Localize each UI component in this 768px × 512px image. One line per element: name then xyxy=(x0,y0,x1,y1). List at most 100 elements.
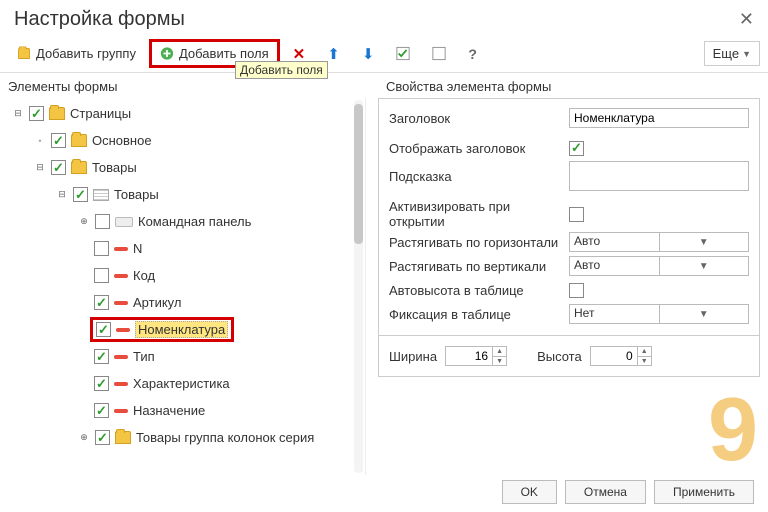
footer: OK Отмена Применить xyxy=(502,480,754,504)
label-header: Заголовок xyxy=(389,111,569,126)
panel-icon xyxy=(115,217,133,227)
tree-item-goods-table[interactable]: Товары xyxy=(114,187,159,202)
tree-item-n[interactable]: N xyxy=(133,241,142,256)
expander[interactable]: ⊟ xyxy=(34,162,46,174)
chevron-down-icon[interactable]: ▼ xyxy=(659,233,749,251)
label-hint: Подсказка xyxy=(389,169,569,184)
checkbox[interactable] xyxy=(29,106,44,121)
spin-down-icon[interactable]: ▼ xyxy=(493,357,506,366)
field-icon xyxy=(114,301,128,305)
properties-panel: Заголовок Отображать заголовок Подсказка… xyxy=(378,98,760,336)
label-autoheight: Автовысота в таблице xyxy=(389,283,569,298)
tooltip: Добавить поля xyxy=(235,61,328,79)
expander[interactable]: ⊕ xyxy=(78,216,90,228)
label-stretch-v: Растягивать по вертикали xyxy=(389,259,569,274)
tree-item-nomenclature[interactable]: Номенклатура xyxy=(135,321,228,338)
field-icon xyxy=(116,328,130,332)
field-icon xyxy=(114,409,128,413)
chevron-down-icon[interactable]: ▼ xyxy=(659,257,749,275)
add-group-button[interactable]: Добавить группу xyxy=(8,41,145,66)
checkbox[interactable] xyxy=(73,187,88,202)
uncheck-icon xyxy=(432,47,446,61)
checkbox[interactable] xyxy=(94,268,109,283)
field-icon xyxy=(114,274,128,278)
expander[interactable]: ⊟ xyxy=(12,108,24,120)
tree-item-goods[interactable]: Товары xyxy=(92,160,137,175)
cancel-button[interactable]: Отмена xyxy=(565,480,646,504)
scroll-thumb[interactable] xyxy=(354,104,363,244)
apply-button[interactable]: Применить xyxy=(654,480,754,504)
checkbox[interactable] xyxy=(94,349,109,364)
selected-row[interactable]: Номенклатура xyxy=(90,317,234,342)
folder-icon xyxy=(71,134,87,147)
expander[interactable]: ⊟ xyxy=(56,189,68,201)
tree-item-characteristic[interactable]: Характеристика xyxy=(133,376,230,391)
checkbox[interactable] xyxy=(94,376,109,391)
label-show-header: Отображать заголовок xyxy=(389,141,569,156)
input-hint[interactable] xyxy=(569,161,749,191)
spin-up-icon[interactable]: ▲ xyxy=(493,347,506,357)
spin-up-icon[interactable]: ▲ xyxy=(638,347,651,357)
combo-stretch-v[interactable]: Авто▼ xyxy=(569,256,749,276)
checkbox-show-header[interactable] xyxy=(569,141,584,156)
uncheck-all-button[interactable] xyxy=(423,42,455,66)
chevron-down-icon[interactable]: ▼ xyxy=(659,305,749,323)
checkbox[interactable] xyxy=(94,295,109,310)
add-folder-icon xyxy=(17,47,31,61)
move-down-button[interactable]: ⬇ xyxy=(353,40,384,68)
ok-button[interactable]: OK xyxy=(502,480,557,504)
arrow-up-icon: ⬆ xyxy=(327,45,340,63)
label-height: Высота xyxy=(537,349,582,364)
tree-item-goods-group[interactable]: Товары группа колонок серия xyxy=(136,430,314,445)
input-header[interactable] xyxy=(569,108,749,128)
tree-item-cmd-panel[interactable]: Командная панель xyxy=(138,214,251,229)
folder-icon xyxy=(115,431,131,444)
dimension-panel: Ширина ▲▼ Высота ▲▼ xyxy=(378,336,760,377)
table-icon xyxy=(93,189,109,201)
folder-icon xyxy=(71,161,87,174)
right-pane-title: Свойства элемента формы xyxy=(378,73,760,98)
field-icon xyxy=(114,355,128,359)
tree-item-type[interactable]: Тип xyxy=(133,349,155,364)
toolbar: Добавить группу Добавить поля ✕ ⬆ ⬇ ? Ещ… xyxy=(0,35,768,73)
combo-stretch-h[interactable]: Авто▼ xyxy=(569,232,749,252)
checkbox[interactable] xyxy=(94,241,109,256)
checkbox[interactable] xyxy=(94,403,109,418)
tree-item-main[interactable]: Основное xyxy=(92,133,152,148)
label-stretch-h: Растягивать по горизонтали xyxy=(389,235,569,250)
checkbox[interactable] xyxy=(96,322,111,337)
checkbox[interactable] xyxy=(95,214,110,229)
label-width: Ширина xyxy=(389,349,437,364)
checkbox[interactable] xyxy=(95,430,110,445)
spinner-width[interactable]: ▲▼ xyxy=(445,346,507,366)
field-icon xyxy=(114,382,128,386)
label-activate: Активизировать при открытии xyxy=(389,199,569,229)
check-all-button[interactable] xyxy=(387,42,419,66)
check-icon xyxy=(396,47,410,61)
window-title: Настройка формы xyxy=(14,8,185,31)
chevron-down-icon: ▼ xyxy=(742,49,751,59)
spinner-height[interactable]: ▲▼ xyxy=(590,346,652,366)
field-icon xyxy=(114,247,128,251)
checkbox[interactable] xyxy=(51,160,66,175)
question-icon: ? xyxy=(468,46,477,62)
spin-down-icon[interactable]: ▼ xyxy=(638,357,651,366)
plus-icon xyxy=(160,47,174,61)
expander[interactable] xyxy=(34,135,46,147)
arrow-down-icon: ⬇ xyxy=(362,45,375,63)
label-fixation: Фиксация в таблице xyxy=(389,307,569,322)
folder-icon xyxy=(49,107,65,120)
expander[interactable]: ⊕ xyxy=(78,432,90,444)
combo-fixation[interactable]: Нет▼ xyxy=(569,304,749,324)
checkbox[interactable] xyxy=(51,133,66,148)
scrollbar[interactable] xyxy=(354,100,363,473)
tree-item-code[interactable]: Код xyxy=(133,268,155,283)
tree-item-article[interactable]: Артикул xyxy=(133,295,181,310)
help-button[interactable]: ? xyxy=(459,41,486,67)
tree-item-purpose[interactable]: Назначение xyxy=(133,403,205,418)
more-button[interactable]: Еще ▼ xyxy=(704,41,760,66)
checkbox-activate[interactable] xyxy=(569,207,584,222)
checkbox-autoheight[interactable] xyxy=(569,283,584,298)
close-icon[interactable]: ✕ xyxy=(739,9,754,30)
tree-item-pages[interactable]: Страницы xyxy=(70,106,131,121)
